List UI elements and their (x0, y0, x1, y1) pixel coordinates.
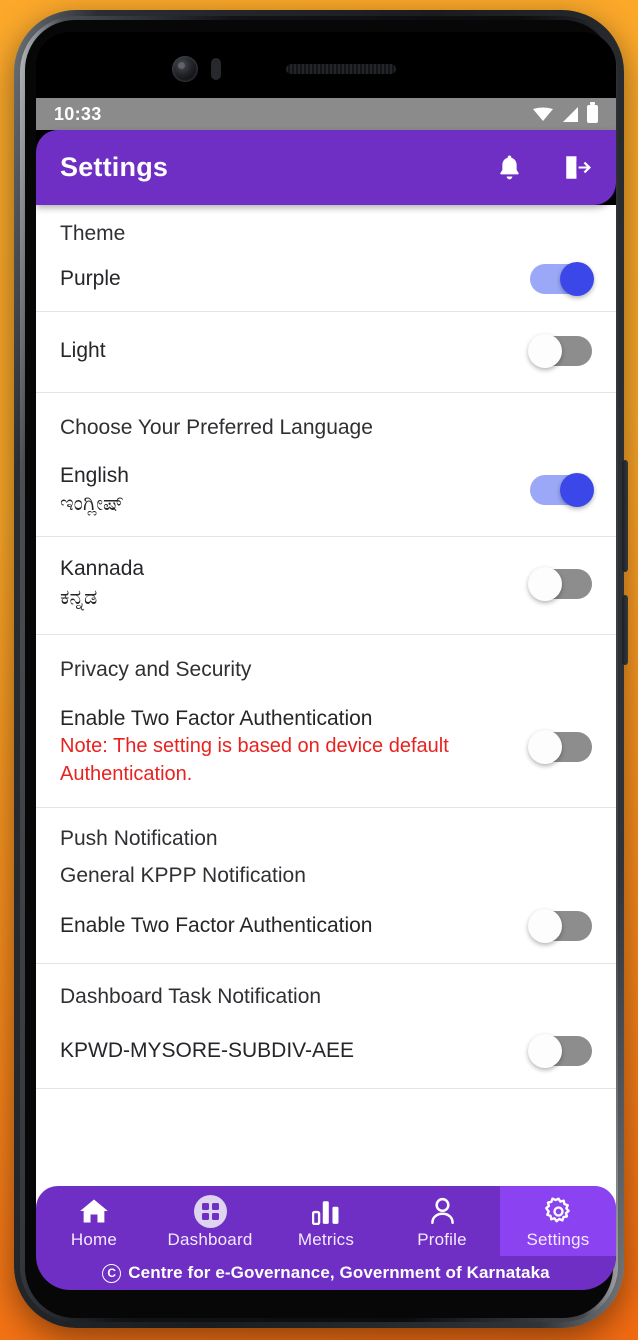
section-language-kannada: Kannada ಕನ್ನಡ (36, 537, 616, 634)
toggle-kpwd-mysore-subdiv-aee[interactable] (528, 1034, 592, 1069)
toggle-general-kppp-notification[interactable] (528, 909, 592, 944)
nav-item-metrics[interactable]: Metrics (268, 1186, 384, 1256)
toggle-two-factor-auth[interactable] (528, 729, 592, 764)
toggle-language-english[interactable] (530, 472, 594, 507)
toggle-thumb (528, 334, 562, 369)
toggle-thumb (528, 909, 562, 944)
section-theme-light: Light (36, 312, 616, 393)
status-bar-clock: 10:33 (54, 103, 102, 124)
row-label: Enable Two Factor Authentication (60, 707, 373, 731)
section-subtitle: General KPPP Notification (60, 863, 306, 887)
row-label: KPWD-MYSORE-SUBDIV-AEE (60, 1039, 355, 1063)
status-bar-icons (533, 102, 598, 123)
earpiece-speaker-icon (286, 64, 396, 74)
nav-item-profile[interactable]: Profile (384, 1186, 500, 1256)
nav-label: Metrics (297, 1230, 355, 1249)
bottom-navigation: Home Dashboard Metrics Profile Settings (36, 1186, 616, 1256)
toggle-light-theme[interactable] (528, 334, 592, 369)
nav-label: Settings (526, 1230, 590, 1249)
section-title: Choose Your Preferred Language (60, 416, 373, 440)
grid-dashboard-icon (193, 1194, 227, 1228)
section-push-notification: Push Notification General KPPP Notificat… (36, 807, 616, 964)
notifications-bell-icon[interactable] (496, 153, 523, 182)
section-theme: Theme Purple (36, 205, 616, 312)
section-title: Dashboard Task Notification (60, 985, 322, 1009)
status-bar: 10:33 (36, 98, 616, 130)
section-title: Theme (60, 222, 126, 245)
section-title: Privacy and Security (60, 657, 252, 681)
toggle-thumb (528, 1034, 562, 1069)
row-label: Enable Two Factor Authentication (60, 913, 373, 937)
toggle-purple-theme[interactable] (530, 262, 594, 297)
divider (36, 1088, 616, 1090)
bottom-area: Home Dashboard Metrics Profile Settings … (36, 1186, 616, 1290)
section-dashboard-task-notification: Dashboard Task Notification KPWD-MYSORE-… (36, 964, 616, 1089)
nav-label: Home (70, 1230, 118, 1249)
phone-forehead (36, 32, 616, 98)
section-privacy-security: Privacy and Security Enable Two Factor A… (36, 634, 616, 807)
section-language: Choose Your Preferred Language English ಇ… (36, 393, 616, 537)
nav-label: Dashboard (167, 1230, 253, 1249)
toggle-thumb (560, 472, 594, 507)
row-label: Kannada (60, 557, 145, 581)
row-label-native: ಕನ್ನಡ (60, 585, 98, 609)
phone-mockup: 10:33 Settings Theme Purple Light Choose… (14, 10, 628, 1328)
power-button[interactable] (622, 595, 628, 665)
setting-row-general-kppp-notification[interactable]: Enable Two Factor Authentication (36, 889, 616, 963)
setting-row-kannada[interactable]: Kannada ಕನ್ನಡ (36, 537, 616, 634)
row-text: Enable Two Factor Authentication (60, 912, 530, 940)
row-label-native: ಇಂಗ್ಲೀಷ್ (60, 491, 125, 515)
row-label: English (60, 463, 129, 487)
gear-icon (544, 1196, 573, 1226)
proximity-sensor-icon (211, 58, 221, 80)
setting-row-kpwd-mysore-subdiv-aee[interactable]: KPWD-MYSORE-SUBDIV-AEE (36, 1014, 616, 1088)
signal-icon (563, 106, 578, 122)
toggle-language-kannada[interactable] (528, 566, 592, 601)
footer-text: Centre for e-Governance, Government of K… (128, 1263, 550, 1282)
setting-row-purple[interactable]: Purple (36, 251, 616, 311)
wifi-icon (533, 107, 553, 121)
setting-row-two-factor-auth[interactable]: Enable Two Factor Authentication Note: T… (36, 687, 616, 807)
setting-row-english[interactable]: English ಇಂಗ್ಲೀಷ್ (36, 446, 616, 537)
nav-item-settings[interactable]: Settings (500, 1186, 616, 1256)
volume-button[interactable] (622, 460, 628, 572)
row-text: KPWD-MYSORE-SUBDIV-AEE (60, 1037, 530, 1065)
toggle-thumb (560, 262, 594, 297)
row-text: English ಇಂಗ್ಲೀಷ್ (60, 462, 530, 519)
toggle-thumb (528, 729, 562, 764)
bar-chart-icon (312, 1196, 340, 1226)
toggle-thumb (528, 566, 562, 601)
setting-row-light[interactable]: Light (36, 312, 616, 392)
row-label: Purple (60, 267, 121, 291)
person-icon (429, 1196, 456, 1226)
front-camera-icon (172, 56, 198, 82)
row-note: Note: The setting is based on device def… (60, 735, 449, 786)
settings-list[interactable]: Theme Purple Light Choose Your Preferred… (36, 205, 616, 1220)
page-title: Settings (60, 152, 169, 182)
row-text: Kannada ಕನ್ನಡ (60, 555, 530, 612)
logout-icon[interactable] (563, 154, 592, 181)
app-bar-actions (496, 153, 592, 182)
nav-item-home[interactable]: Home (36, 1186, 152, 1256)
battery-icon (587, 102, 598, 123)
row-text: Purple (60, 265, 530, 293)
phone-screen: 10:33 Settings Theme Purple Light Choose… (36, 32, 616, 1290)
nav-item-dashboard[interactable]: Dashboard (152, 1186, 268, 1256)
row-text: Enable Two Factor Authentication Note: T… (60, 705, 530, 789)
app-bar: Settings (36, 130, 616, 205)
row-label: Light (60, 339, 106, 363)
home-icon (79, 1196, 109, 1226)
section-title: Push Notification (60, 826, 218, 850)
nav-label: Profile (417, 1230, 467, 1249)
copyright-icon: C (102, 1263, 122, 1283)
row-text: Light (60, 337, 530, 365)
footer-copyright: C Centre for e-Governance, Government of… (36, 1256, 616, 1290)
